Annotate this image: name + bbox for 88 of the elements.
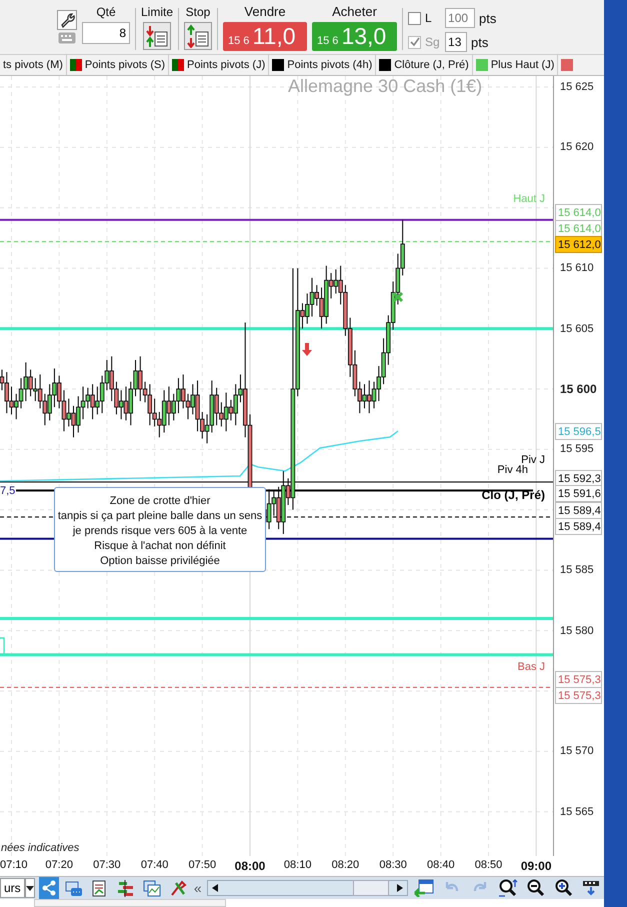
scrollbar[interactable] xyxy=(206,880,408,896)
price-tick: 15 625 xyxy=(560,80,594,95)
price-tick: 15 585 xyxy=(560,563,594,578)
indicator-tab[interactable]: Points pivots (4h) xyxy=(269,55,376,75)
time-tick: 07:50 xyxy=(188,859,218,871)
line-label: 7,5 xyxy=(0,485,16,498)
period-button[interactable]: urs xyxy=(0,878,25,898)
annotation-text: Option baisse privilégiée xyxy=(100,554,220,569)
price-tick: 15 595 xyxy=(560,442,594,458)
sell-signal-arrow-icon xyxy=(302,343,312,356)
dropdown-button[interactable] xyxy=(24,878,35,898)
scroll-left-button[interactable]: « xyxy=(192,880,203,896)
annotation-text: Risque à l'achat non définit xyxy=(94,539,226,554)
price-tick: 15 570 xyxy=(560,744,594,760)
time-tick: 07:30 xyxy=(92,859,122,871)
unit-label: pts xyxy=(471,34,488,50)
price-label: 15 575,3 xyxy=(555,671,602,688)
line-label: Piv 4h xyxy=(497,464,528,477)
price-tick: 15 610 xyxy=(560,261,594,276)
price-label: 15 589,4 xyxy=(555,502,602,519)
checkbox[interactable] xyxy=(408,12,422,24)
option-label: L xyxy=(425,11,433,25)
time-tick: 07:40 xyxy=(140,859,170,871)
zoom-out-icon[interactable] xyxy=(526,879,546,897)
indicator-tab[interactable]: ts pivots (M) xyxy=(0,55,67,75)
price-label: 15 575,3 xyxy=(555,687,602,704)
line-label: Piv J xyxy=(521,454,545,466)
stop-order-button[interactable] xyxy=(184,22,212,50)
annotation-text: Zone de crotte d'hier xyxy=(110,494,210,509)
price-label: 15 596,5 xyxy=(555,423,602,440)
right-arrow-icon[interactable] xyxy=(397,884,403,892)
indicator-tab[interactable]: Points pivots (J) xyxy=(169,55,270,75)
order-ticket-icon xyxy=(145,24,169,48)
annotation-text: tanpis si ça part pleine balle dans un sens xyxy=(58,509,262,524)
price-label: 15 612,0 xyxy=(555,236,602,253)
windows-icon[interactable] xyxy=(142,880,161,896)
line-label: Bas J xyxy=(517,661,545,674)
indicator-tab[interactable]: Plus Haut (J) xyxy=(472,55,558,75)
time-tick: 09:00 xyxy=(520,859,553,873)
zoom-in-icon[interactable] xyxy=(554,879,574,897)
cross-marker-icon xyxy=(392,292,404,302)
disclaimer-text: nées indicatives xyxy=(1,842,80,854)
share-button[interactable] xyxy=(38,877,59,899)
price-tick: 15 605 xyxy=(560,322,594,337)
left-arrow-icon[interactable] xyxy=(212,884,218,892)
caret-icon xyxy=(26,886,34,890)
time-tick: 08:30 xyxy=(378,859,408,871)
time-tick: 07:10 xyxy=(0,859,28,871)
price-tick: 15 565 xyxy=(560,804,594,820)
instrument-title: Allemagne 30 Cash (1€) xyxy=(288,76,482,97)
annotation-text: je prends risque vers 605 à la vente xyxy=(72,524,248,539)
order-ticket-icon xyxy=(186,24,210,48)
price-tick: 15 580 xyxy=(560,624,594,639)
scrollbar-thumb[interactable] xyxy=(353,880,389,896)
time-tick: 07:20 xyxy=(44,859,74,871)
unit-label: pts xyxy=(479,10,496,26)
price-tick: 15 600 xyxy=(560,381,597,397)
share-icon xyxy=(40,880,57,896)
stop-label: Stop xyxy=(186,4,210,20)
calendar-icon[interactable] xyxy=(414,879,434,897)
limit-label: Limite xyxy=(141,4,174,20)
time-tick: 08:50 xyxy=(474,859,504,871)
keyboard-download-icon[interactable] xyxy=(582,879,602,897)
price-label: 15 614,0 xyxy=(555,204,602,221)
quantity-label: Qté xyxy=(96,4,116,20)
time-tick: 08:40 xyxy=(426,859,456,871)
indicator-tab[interactable]: Clôture (J, Pré) xyxy=(376,55,473,75)
price-label: 15 591,6 xyxy=(555,485,602,502)
buy-label: Acheter xyxy=(332,4,377,20)
limit-order-button[interactable] xyxy=(143,22,171,50)
points-field[interactable]: 100 xyxy=(445,8,476,28)
price-label: 15 614,0 xyxy=(555,220,602,237)
quantity-field[interactable]: 8 xyxy=(82,22,130,44)
indicator-tab[interactable]: Points pivots (S) xyxy=(66,55,169,75)
time-tick: 08:10 xyxy=(282,859,312,871)
zoom-fit-icon[interactable] xyxy=(498,879,518,897)
option-label: Sg xyxy=(425,35,441,49)
comment-icon[interactable] xyxy=(64,880,83,896)
tools-icon[interactable] xyxy=(168,880,187,896)
bars-icon[interactable] xyxy=(116,880,135,896)
time-tick: 08:20 xyxy=(330,859,360,871)
price-tick: 15 620 xyxy=(560,140,594,156)
sell-label: Vendre xyxy=(244,4,286,20)
wrench-icon[interactable] xyxy=(59,12,75,28)
price-label: 15 589,4 xyxy=(555,518,602,535)
time-tick: 08:00 xyxy=(234,859,266,873)
sell-button[interactable]: 15 6 11,0 xyxy=(223,22,308,51)
line-label: Haut J xyxy=(513,193,545,206)
